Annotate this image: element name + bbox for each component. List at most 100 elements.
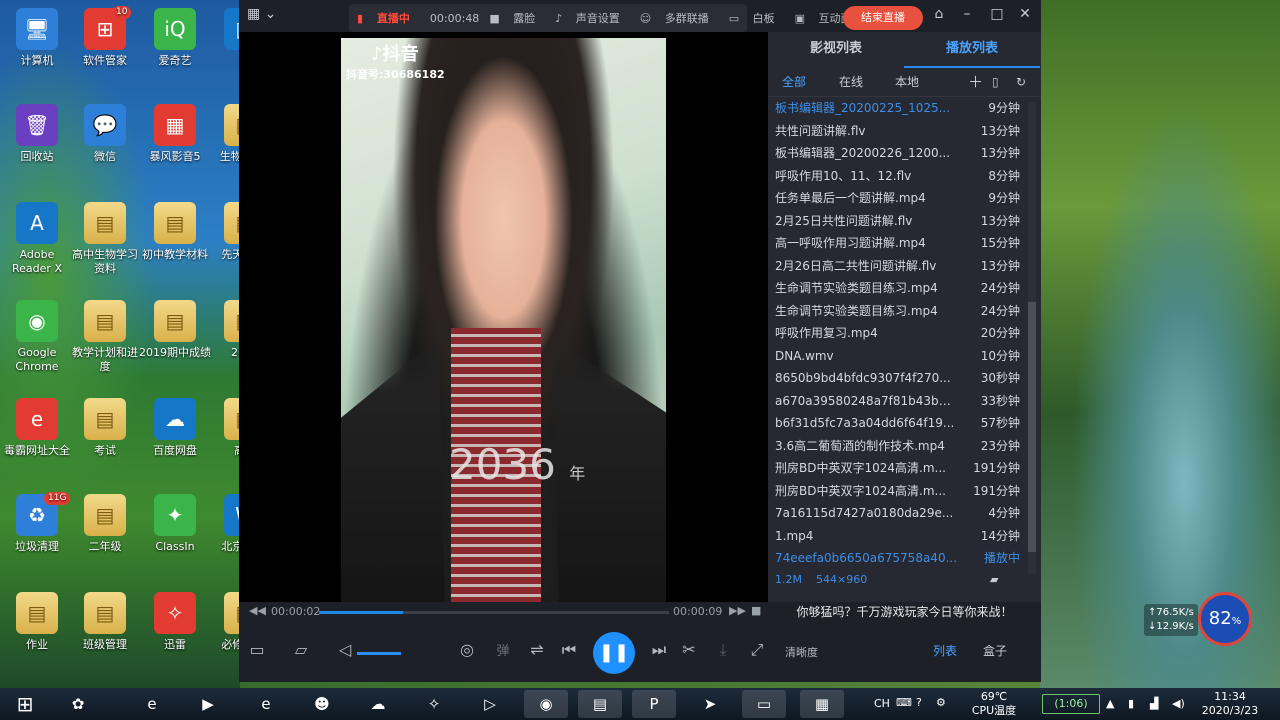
playlist-item[interactable]: 生命调节实验类题目练习.mp4 24分钟 — [768, 300, 1026, 323]
playlist-item[interactable]: 呼吸作用10、11、12.flv 8分钟 — [768, 165, 1026, 188]
toolbar-item-audio[interactable]: ♪ 声音设置 — [555, 10, 630, 26]
playlist-item[interactable]: 8650b9bd4bfdc9307f4f270... 30秒钟 — [768, 367, 1026, 390]
battery-icon[interactable]: ▮ — [1128, 697, 1134, 711]
desktop-icon[interactable]: ▤ 初中教学材料 — [138, 202, 212, 262]
playlist-item[interactable]: 2月26日高二共性问题讲解.flv 13分钟 — [768, 255, 1026, 278]
toolbar-item-face[interactable]: ■ 露脸 — [489, 10, 545, 26]
memory-usage-circle[interactable]: 82% — [1198, 592, 1252, 646]
tab-play-list[interactable]: 播放列表 — [904, 32, 1040, 68]
playlist-item[interactable]: DNA.wmv 10分钟 — [768, 345, 1026, 368]
start-button[interactable]: ⊞ — [2, 690, 48, 718]
box-icon[interactable]: ▭ — [245, 640, 269, 659]
desktop-icon[interactable]: e 毒霸网址大全 — [0, 398, 74, 458]
playlist-item[interactable]: 任务单最后一个题讲解.mp4 9分钟 — [768, 187, 1026, 210]
playlist-item[interactable]: 7a16115d7427a0180da29e... 4分钟 — [768, 502, 1026, 525]
add-icon[interactable]: ＋ — [968, 68, 983, 96]
playlist-item[interactable]: 刑房BD中英双字1024高清.m... 191分钟 — [768, 457, 1026, 480]
tab-list[interactable]: 列表 — [925, 642, 965, 659]
next-icon[interactable]: ⏭ — [647, 640, 671, 660]
desktop-icon[interactable]: ◉ Google Chrome — [0, 300, 74, 374]
cpu-temp[interactable]: 69℃ CPU温度 — [966, 690, 1022, 718]
desktop-icon[interactable]: 🗑 回收站 — [0, 104, 74, 164]
playlist-scrollbar[interactable] — [1028, 102, 1036, 574]
clock[interactable]: 11:34 2020/3/23 — [1198, 690, 1262, 718]
taskbar-ie-icon[interactable]: e — [130, 690, 174, 718]
desktop-icon[interactable]: ▤ 考试 — [68, 398, 142, 458]
eye-icon[interactable]: ◎ — [455, 640, 479, 659]
network-icon[interactable]: ▟ — [1150, 697, 1158, 711]
playlist-item[interactable]: 板书编辑器_20200226_1200... 13分钟 — [768, 142, 1026, 165]
taskbar-360-icon[interactable]: ✿ — [56, 690, 100, 718]
desktop-icon[interactable]: iQ 爱奇艺 — [138, 8, 212, 68]
folder-icon[interactable]: ▰ — [990, 573, 998, 586]
playlist-item[interactable]: 2月25日共性问题讲解.flv 13分钟 — [768, 210, 1026, 233]
desktop-icon[interactable]: 🖥 计算机 — [0, 8, 74, 68]
taskbar-player-icon[interactable]: ▷ — [468, 690, 512, 718]
desktop-icon[interactable]: ✧ 迅雷 — [138, 592, 212, 652]
desktop-icon[interactable]: ▤ 教学计划和进度 — [68, 300, 142, 374]
refresh-icon[interactable]: ↻ — [1016, 68, 1026, 96]
desktop-icon[interactable]: ♻ 11G 垃圾清理 — [0, 492, 74, 554]
close-icon[interactable]: ✕ — [1015, 6, 1035, 22]
seek-track[interactable] — [319, 611, 669, 614]
taskbar-feishu-icon[interactable]: ➤ — [688, 690, 732, 718]
danmu-button[interactable]: 弹 — [491, 640, 515, 659]
taskbar-storm-icon[interactable]: ▦ — [800, 690, 844, 718]
skin-icon[interactable]: ⌂ — [929, 6, 949, 22]
playlist-item[interactable]: 74eeefa0b6650a675758a40... 播放中 — [768, 547, 1026, 570]
stop-icon[interactable]: ■ — [751, 604, 761, 617]
volume-slider[interactable] — [357, 652, 401, 655]
previous-icon[interactable]: ⏮ — [557, 640, 581, 660]
menu-icon[interactable]: ▦ ⌄ — [247, 6, 276, 22]
subtab-online[interactable]: 在线 — [839, 68, 863, 96]
cut-icon[interactable]: ✂ — [677, 640, 701, 659]
lang-indicator[interactable]: CH — [874, 697, 890, 711]
network-speed-widget[interactable]: ↑76.5K/s ↓12.9K/s 82% — [1140, 592, 1252, 646]
quality-button[interactable]: 清晰度 — [785, 644, 818, 660]
playlist-item[interactable]: 高一呼吸作用习题讲解.mp4 15分钟 — [768, 232, 1026, 255]
taskbar-thunder-icon[interactable]: ✧ — [412, 690, 456, 718]
taskbar-cloud-icon[interactable]: ☁ — [356, 690, 400, 718]
playlist-item[interactable]: 3.6高二葡萄酒的制作技术.mp4 23分钟 — [768, 435, 1026, 458]
ad-banner[interactable]: 你够猛吗？千万游戏玩家今日等你来战！ — [768, 602, 1041, 622]
taskbar-cat-icon[interactable]: ☻ — [300, 690, 344, 718]
fullscreen-icon[interactable]: ⤢ — [745, 640, 769, 660]
rewind-icon[interactable]: ◀◀ — [249, 604, 266, 617]
fast-forward-icon[interactable]: ▶▶ — [729, 604, 746, 617]
desktop-icon[interactable]: ▦ 暴风影音5 — [138, 104, 212, 164]
open-folder-icon[interactable]: ▱ — [289, 640, 313, 659]
download-icon[interactable]: ⤓ — [711, 640, 735, 660]
speaker-icon[interactable]: ◀) — [1172, 697, 1185, 711]
desktop-icon[interactable]: 💬 微信 — [68, 104, 142, 164]
settings-sliders-icon[interactable]: ⇌ — [525, 640, 549, 659]
playlist-item[interactable]: a670a39580248a7f81b43be... 33秒钟 — [768, 390, 1026, 413]
playlist-item[interactable]: 板书编辑器_20200225_1025... 9分钟 — [768, 97, 1026, 120]
desktop-icon[interactable]: ☁ 百度网盘 — [138, 398, 212, 458]
subtab-local[interactable]: 本地 — [895, 68, 919, 96]
maximize-icon[interactable]: □ — [987, 6, 1007, 22]
playlist-item[interactable]: 呼吸作用复习.mp4 20分钟 — [768, 322, 1026, 345]
tab-movie-list[interactable]: 影视列表 — [768, 32, 904, 66]
playlist-item[interactable]: 刑房BD中英双字1024高清.m... 191分钟 — [768, 480, 1026, 503]
toolbar-item-multigroup[interactable]: ☺ 多群联播 — [640, 10, 719, 26]
pause-button[interactable]: ❚❚ — [593, 632, 635, 674]
minimize-icon[interactable]: – — [957, 6, 977, 22]
taskbar-explorer-icon[interactable]: ▤ — [578, 690, 622, 718]
tray-expand-icon[interactable]: ▲ — [1106, 697, 1114, 711]
playlist-item[interactable]: 1.mp4 14分钟 — [768, 525, 1026, 548]
taskbar-chrome-icon[interactable]: ◉ — [524, 690, 568, 718]
help-icon[interactable]: ? — [916, 696, 922, 710]
volume-icon[interactable]: ◁ — [333, 640, 357, 659]
video-area[interactable]: ♪抖音 抖音号:30686182 2036 年 — [239, 32, 768, 604]
playlist-item[interactable]: 生命调节实验类题目练习.mp4 24分钟 — [768, 277, 1026, 300]
tab-box[interactable]: 盒子 — [975, 642, 1015, 659]
desktop-icon[interactable]: ▤ 班级管理 — [68, 592, 142, 652]
toolbar-item-whiteboard[interactable]: ▭ 白板 — [729, 10, 785, 26]
desktop-icon[interactable]: ✦ ClassIn — [138, 494, 212, 554]
desktop-icon[interactable]: ▤ 2019期中成绩 — [138, 300, 212, 360]
taskbar-media-icon[interactable]: ▶ — [186, 690, 230, 718]
desktop-icon[interactable]: ▤ 二年级 — [68, 494, 142, 554]
desktop-icon[interactable]: ▤ 高中生物学习资料 — [68, 202, 142, 276]
keyboard-icon[interactable]: ⌨ — [896, 696, 912, 710]
taskbar-browser-icon[interactable]: e — [244, 690, 288, 718]
